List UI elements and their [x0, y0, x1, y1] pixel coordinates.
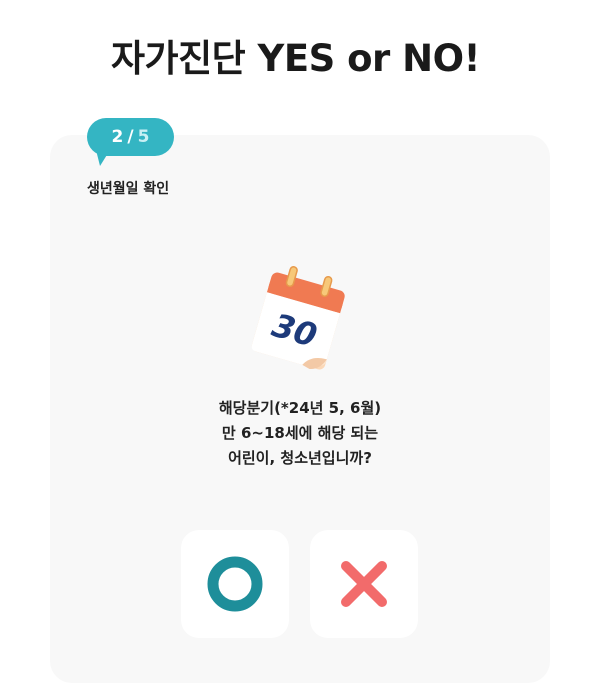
cross-x-icon — [341, 561, 387, 607]
question-line-3: 어린이, 청소년입니까? — [228, 449, 372, 467]
step-label: 생년월일 확인 — [87, 181, 170, 197]
step-separator: / — [127, 127, 134, 147]
yes-button[interactable] — [181, 530, 289, 638]
circle-o-icon — [207, 556, 263, 612]
step-total: 5 — [137, 127, 150, 147]
step-current: 2 — [111, 127, 124, 147]
page-title: 자가진단 YES or NO! — [111, 37, 480, 80]
no-button[interactable] — [310, 530, 418, 638]
step-badge-tail — [96, 150, 110, 166]
question-line-1: 해당분기(*24년 5, 6월) — [218, 399, 382, 417]
calendar-icon: 30 — [236, 266, 360, 378]
question-line-2: 만 6~18세에 해당 되는 — [221, 424, 379, 442]
question-text: 해당분기(*24년 5, 6월) 만 6~18세에 해당 되는 어린이, 청소년… — [50, 396, 550, 471]
page: 자가진단 YES or NO! 2/5 생년월일 확인 30 해당분기(*24년… — [0, 0, 591, 700]
